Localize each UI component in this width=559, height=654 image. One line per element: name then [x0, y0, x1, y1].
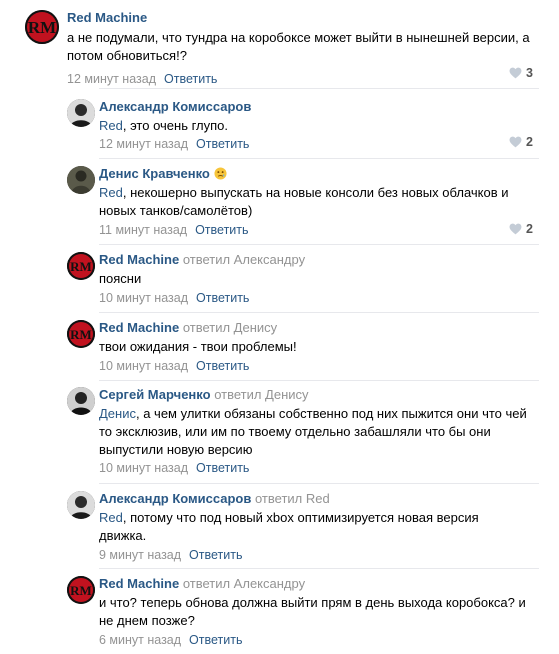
comment-text: , а чем улитки обязаны собственно под ни… — [99, 406, 527, 457]
comment-author[interactable]: Red Machine — [99, 576, 179, 591]
avatar[interactable]: RM — [25, 10, 59, 44]
heart-icon — [509, 67, 522, 79]
reply-button[interactable]: Ответить — [195, 223, 248, 237]
like-count: 2 — [526, 222, 533, 236]
reply-button[interactable]: Ответить — [189, 548, 242, 562]
mention-link[interactable]: Red — [99, 185, 123, 200]
avatar[interactable] — [67, 166, 95, 194]
heart-icon — [509, 136, 522, 148]
mention-link[interactable]: Red — [99, 510, 123, 525]
like-button[interactable]: 3 — [509, 66, 533, 80]
comment-text: , это очень глупо. — [122, 118, 229, 133]
comment: RM Red Machine ответил Александру поясни… — [0, 245, 559, 313]
avatar[interactable] — [67, 491, 95, 519]
comment-time[interactable]: 6 минут назад — [99, 633, 181, 647]
mention-link[interactable]: Red — [99, 118, 123, 133]
avatar[interactable]: RM — [67, 576, 95, 604]
comment: RM Red Machine а не подумали, что тундра… — [0, 0, 559, 88]
comment-text: , потому что под новый xbox оптимизирует… — [99, 510, 479, 543]
comment-text: и что? теперь обнова должна выйти прям в… — [99, 595, 526, 628]
reply-button[interactable]: Ответить — [196, 461, 249, 475]
like-count: 3 — [526, 66, 533, 80]
reply-button[interactable]: Ответить — [196, 359, 249, 373]
like-button[interactable]: 2 — [509, 135, 533, 149]
avatar[interactable] — [67, 387, 95, 415]
reply-to-label[interactable]: ответил Red — [255, 491, 330, 506]
avatar[interactable] — [67, 99, 95, 127]
svg-text:RM: RM — [28, 18, 56, 37]
avatar[interactable]: RM — [67, 320, 95, 348]
comment-author[interactable]: Red Machine — [99, 320, 179, 335]
comment-text: а не подумали, что тундра на коробоксе м… — [67, 30, 530, 63]
reply-to-label[interactable]: ответил Александру — [183, 576, 305, 591]
comment: RM Red Machine ответил Александру и что?… — [0, 569, 559, 654]
comment-thread: RM Red Machine а не подумали, что тундра… — [0, 0, 559, 654]
comment: Денис Кравченко Red, некошерно выпускать… — [0, 159, 559, 245]
comment-time[interactable]: 10 минут назад — [99, 461, 188, 475]
avatar[interactable]: RM — [67, 252, 95, 280]
comment-time[interactable]: 10 минут назад — [99, 291, 188, 305]
like-count: 2 — [526, 135, 533, 149]
like-button[interactable]: 2 — [509, 222, 533, 236]
comment-text: твои ожидания - твои проблемы! — [99, 339, 297, 354]
reply-button[interactable]: Ответить — [189, 633, 242, 647]
svg-text:RM: RM — [70, 259, 92, 274]
reply-button[interactable]: Ответить — [196, 137, 249, 151]
comment: Сергей Марченко ответил Денису Денис, а … — [0, 381, 559, 485]
comment-author[interactable]: Red Machine — [67, 10, 147, 25]
reply-to-label[interactable]: ответил Александру — [183, 252, 305, 267]
comment-author[interactable]: Денис Кравченко — [99, 166, 210, 181]
reply-button[interactable]: Ответить — [164, 72, 217, 86]
heart-icon — [509, 223, 522, 235]
comment: RM Red Machine ответил Денису твои ожида… — [0, 313, 559, 381]
comment-time[interactable]: 10 минут назад — [99, 359, 188, 373]
comment-time[interactable]: 12 минут назад — [67, 72, 156, 86]
comment-author[interactable]: Сергей Марченко — [99, 387, 211, 402]
comment-author[interactable]: Александр Комиссаров — [99, 99, 251, 114]
comment: Александр Комиссаров ответил Red Red, по… — [0, 484, 559, 570]
svg-text:RM: RM — [70, 327, 92, 342]
comment-text: , некошерно выпускать на новые консоли б… — [99, 185, 509, 218]
comment-time[interactable]: 11 минут назад — [99, 223, 187, 237]
mention-link[interactable]: Денис — [99, 406, 136, 421]
comment-author[interactable]: Александр Комиссаров — [99, 491, 251, 506]
reply-to-label[interactable]: ответил Денису — [183, 320, 277, 335]
reply-button[interactable]: Ответить — [196, 291, 249, 305]
emoji-icon — [214, 167, 227, 180]
svg-text:RM: RM — [70, 583, 92, 598]
comment-time[interactable]: 12 минут назад — [99, 137, 188, 151]
comment-time[interactable]: 9 минут назад — [99, 548, 181, 562]
reply-to-label[interactable]: ответил Денису — [214, 387, 308, 402]
comment: Александр Комиссаров Red, это очень глуп… — [0, 89, 559, 159]
comment-author[interactable]: Red Machine — [99, 252, 179, 267]
comment-text: поясни — [99, 271, 142, 286]
